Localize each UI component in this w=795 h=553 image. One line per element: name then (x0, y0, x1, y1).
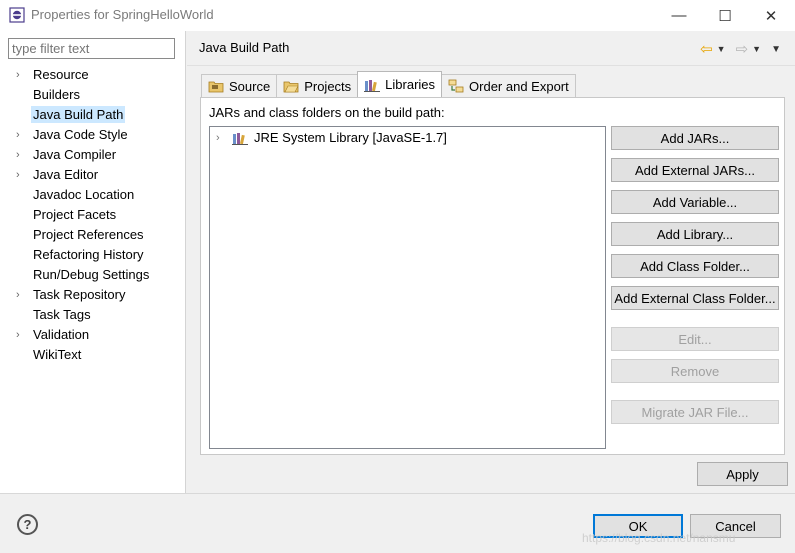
tree-item-java-compiler[interactable]: › Java Compiler (0, 145, 186, 165)
remove-button[interactable]: Remove (611, 359, 779, 383)
eclipse-app-icon (9, 7, 25, 23)
properties-dialog: Properties for SpringHelloWorld — ☐ ✕ › R… (0, 0, 795, 553)
tree-item-label: Project References (33, 227, 144, 242)
expand-chevron-icon[interactable]: › (16, 165, 26, 185)
property-page: Java Build Path ⇦ ▼ ⇨ ▼ ▼ Source Project… (187, 31, 795, 493)
tree-item-label: Run/Debug Settings (33, 267, 150, 282)
tab-libraries[interactable]: Libraries (357, 71, 443, 97)
filter-input[interactable] (8, 38, 175, 59)
tab-label: Source (229, 78, 271, 94)
library-entry-jre[interactable]: › JRE System Library [JavaSE-1.7] (216, 130, 447, 145)
expand-chevron-icon[interactable]: › (16, 285, 26, 305)
tree-item-label: Project Facets (33, 207, 117, 222)
tab-label: Libraries (385, 77, 436, 92)
add-jars-button[interactable]: Add JARs... (611, 126, 779, 150)
tree-item-refactoring-history[interactable]: Refactoring History (0, 245, 186, 265)
tree-item-label: Java Editor (33, 167, 99, 182)
tree-item-task-tags[interactable]: Task Tags (0, 305, 186, 325)
jre-library-icon (232, 132, 248, 145)
order-export-icon (448, 79, 464, 93)
tree-item-java-build-path[interactable]: Java Build Path (0, 105, 186, 125)
tree-item-project-references[interactable]: Project References (0, 225, 186, 245)
libraries-icon (364, 79, 381, 92)
tab-source[interactable]: Source (201, 74, 278, 97)
tree-item-label: Refactoring History (33, 247, 144, 262)
tree-item-label: Builders (33, 87, 80, 102)
add-external-jars-button[interactable]: Add External JARs... (611, 158, 779, 182)
property-tree: › Resource Builders Java Build Path › Java Co… (0, 65, 186, 365)
tree-item-label: Task Tags (33, 307, 91, 322)
tree-item-label: Resource (33, 67, 89, 82)
tree-item-builders[interactable]: Builders (0, 85, 186, 105)
forward-dropdown-icon: ▼ (752, 44, 762, 54)
tree-item-project-facets[interactable]: Project Facets (0, 205, 186, 225)
minimize-button[interactable]: — (656, 0, 702, 31)
tree-item-label: Javadoc Location (33, 187, 135, 202)
watermark-text: https://blog.csdn.net/nansmu (582, 531, 736, 545)
tree-item-label: Java Compiler (33, 147, 117, 162)
tree-item-java-code-style[interactable]: › Java Code Style (0, 125, 186, 145)
expand-chevron-icon[interactable]: › (216, 132, 226, 144)
build-path-tabs: Source Projects Libraries Order and Expo… (201, 71, 576, 97)
projects-folder-icon (283, 81, 299, 93)
tree-item-label: WikiText (33, 347, 82, 362)
tree-item-label: Task Repository (33, 287, 126, 302)
edit-button[interactable]: Edit... (611, 327, 779, 351)
tree-item-resource[interactable]: › Resource (0, 65, 186, 85)
tree-item-javadoc-location[interactable]: Javadoc Location (0, 185, 186, 205)
migrate-jar-button[interactable]: Migrate JAR File... (611, 400, 779, 424)
tree-item-run-debug-settings[interactable]: Run/Debug Settings (0, 265, 186, 285)
back-arrow-icon[interactable]: ⇦ (700, 40, 713, 58)
close-button[interactable]: ✕ (748, 0, 794, 31)
libraries-tree[interactable]: › JRE System Library [JavaSE-1.7] (209, 126, 606, 449)
expand-chevron-icon[interactable]: › (16, 65, 26, 85)
maximize-button[interactable]: ☐ (702, 0, 748, 31)
tree-item-label: Java Code Style (33, 127, 128, 142)
page-navigation: ⇦ ▼ ⇨ ▼ ▼ (700, 40, 781, 58)
back-dropdown-icon[interactable]: ▼ (717, 44, 726, 54)
tree-item-label: Validation (33, 327, 90, 342)
expand-chevron-icon[interactable]: › (16, 325, 26, 345)
expand-chevron-icon[interactable]: › (16, 125, 26, 145)
source-folder-icon (208, 81, 224, 93)
window-title: Properties for SpringHelloWorld (31, 7, 214, 22)
build-path-label: JARs and class folders on the build path… (209, 105, 445, 120)
tab-label: Order and Export (469, 78, 569, 94)
view-menu-icon[interactable]: ▼ (771, 44, 781, 55)
library-label: JRE System Library [JavaSE-1.7] (254, 130, 447, 145)
add-variable-button[interactable]: Add Variable... (611, 190, 779, 214)
forward-arrow-icon: ⇨ (735, 41, 749, 58)
page-title: Java Build Path (199, 40, 290, 55)
header-separator (187, 65, 795, 66)
help-icon[interactable]: ? (17, 514, 38, 535)
tree-item-label: Java Build Path (31, 106, 126, 123)
add-external-class-folder-button[interactable]: Add External Class Folder... (611, 286, 779, 310)
libraries-panel: JARs and class folders on the build path… (200, 97, 785, 455)
tree-item-task-repository[interactable]: › Task Repository (0, 285, 186, 305)
tab-label: Projects (304, 78, 352, 94)
tree-item-validation[interactable]: › Validation (0, 325, 186, 345)
add-class-folder-button[interactable]: Add Class Folder... (611, 254, 779, 278)
title-bar: Properties for SpringHelloWorld — ☐ ✕ (0, 0, 795, 31)
expand-chevron-icon[interactable]: › (16, 145, 26, 165)
add-library-button[interactable]: Add Library... (611, 222, 779, 246)
property-page-list: › Resource Builders Java Build Path › Java Co… (0, 31, 186, 493)
tree-item-java-editor[interactable]: › Java Editor (0, 165, 186, 185)
tab-order-and-export[interactable]: Order and Export (441, 74, 576, 97)
dialog-button-bar: ? OK Cancel https://blog.csdn.net/nansmu (0, 493, 795, 553)
apply-button[interactable]: Apply (697, 462, 788, 486)
tab-projects[interactable]: Projects (276, 74, 359, 97)
tree-item-wikitext[interactable]: WikiText (0, 345, 186, 365)
